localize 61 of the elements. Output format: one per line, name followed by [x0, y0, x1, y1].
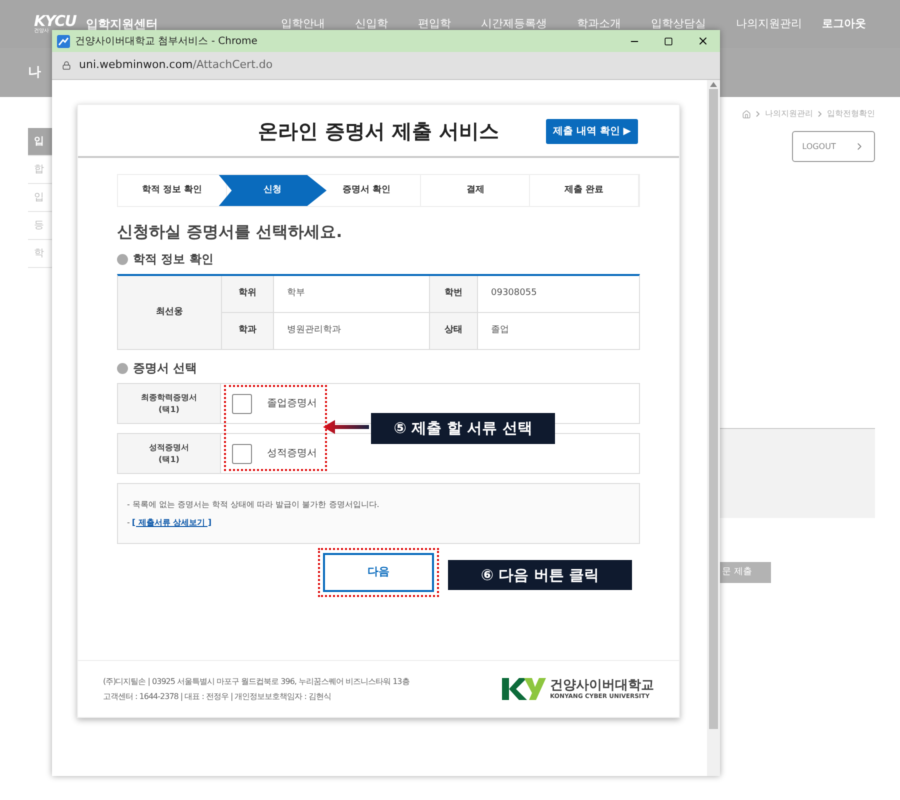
brand-name: 건양사이버대학교: [550, 678, 654, 692]
nav-link[interactable]: 입학안내: [281, 16, 325, 32]
table-header-cell: 학과: [222, 313, 274, 349]
separator-icon: [818, 111, 822, 117]
logout-button[interactable]: LOGOUT: [792, 131, 875, 162]
cert-option: 성적증명서: [267, 446, 317, 461]
footer-text: (주)디지틸손 | 03925 서울특별시 마포구 월드컵북로 396, 누리꿈스퀘어 비즈니스타워 13층: [103, 676, 410, 688]
scroll-up-icon[interactable]: [710, 82, 717, 87]
site-title: 입학지원센터: [86, 16, 159, 33]
checkbox[interactable]: [232, 394, 252, 414]
section-title: 증명서 선택: [133, 360, 198, 377]
callout-label: ⑥ 다음 버튼 클릭: [448, 560, 632, 590]
cert-note: (택1): [158, 454, 180, 466]
logout-link[interactable]: 로그아웃: [822, 16, 866, 32]
logo-icon: [502, 678, 546, 700]
checkbox[interactable]: [232, 444, 252, 464]
nav-link[interactable]: 편입학: [418, 16, 451, 32]
bullet-icon: [117, 362, 128, 374]
address-bar[interactable]: uni.webminwon.com/AttachCert.do: [52, 52, 720, 80]
separator-icon: [756, 111, 760, 117]
url-text: uni.webminwon.com/AttachCert.do: [79, 57, 273, 74]
nav-link[interactable]: 신입학: [355, 16, 388, 32]
site-logo[interactable]: KYCU: [34, 14, 86, 29]
bullet-icon: [117, 254, 128, 264]
callout-label: ⑤ 제출 할 서류 선택: [371, 413, 555, 444]
app-icon: [57, 34, 70, 48]
breadcrumb-link[interactable]: 나의지원관리: [765, 108, 813, 120]
detail-link[interactable]: [ 제출서류 상세보기 ]: [132, 516, 212, 528]
nav-link[interactable]: 시간제등록생: [481, 16, 547, 32]
visit-submit-button[interactable]: 문 제출: [720, 562, 771, 583]
cert-note: (택1): [158, 404, 180, 416]
table-cell: 최선웅: [118, 276, 222, 349]
table-header-cell: 학번: [430, 276, 478, 313]
table-cell: 09308055: [478, 276, 639, 313]
cert-option: 졸업증명서: [267, 396, 317, 411]
table-header-cell: 상태: [430, 313, 478, 349]
arrow-icon: [323, 420, 369, 434]
instruction-heading: 신청하실 증명서를 선택하세요.: [117, 221, 344, 243]
window-title: 건양사이버대학교 첨부서비스 - Chrome: [75, 34, 258, 48]
service-heading: 온라인 증명서 제출 서비스: [258, 118, 499, 144]
nav-link[interactable]: 나의지원관리: [736, 16, 802, 32]
breadcrumb-link[interactable]: 입학전형확인: [827, 108, 875, 120]
note-text: - 목록에 없는 증명서는 학적 상태에 따라 발급이 불가한 증명서입니다.: [127, 498, 380, 510]
next-button[interactable]: 다음: [323, 553, 434, 592]
table-header-cell: 학위: [222, 276, 274, 313]
section-title: 학적 정보 확인: [133, 251, 214, 268]
home-icon[interactable]: [742, 110, 751, 118]
table-cell-text: 졸업: [490, 324, 510, 338]
nav-link[interactable]: 학과소개: [577, 16, 621, 32]
maximize-icon[interactable]: [664, 36, 673, 46]
cert-category: 최종학력증명서: [141, 392, 197, 404]
lock-icon: [62, 61, 71, 70]
page-title: 나: [28, 64, 41, 82]
sidebar-item[interactable]: 입: [28, 128, 52, 156]
history-button[interactable]: 제출 내역 확인 ▶: [546, 119, 638, 144]
footer-text: 고객센터 : 1644-2378 | 대표 : 전정우 | 개인정보보호책임자 : 김현식: [103, 690, 332, 702]
cert-category: 성적증명서: [149, 442, 189, 454]
scroll-thumb[interactable]: [709, 89, 718, 729]
note-text: -: [127, 516, 130, 528]
nav-link[interactable]: 입학상담실: [651, 16, 706, 32]
close-icon[interactable]: [697, 35, 709, 47]
